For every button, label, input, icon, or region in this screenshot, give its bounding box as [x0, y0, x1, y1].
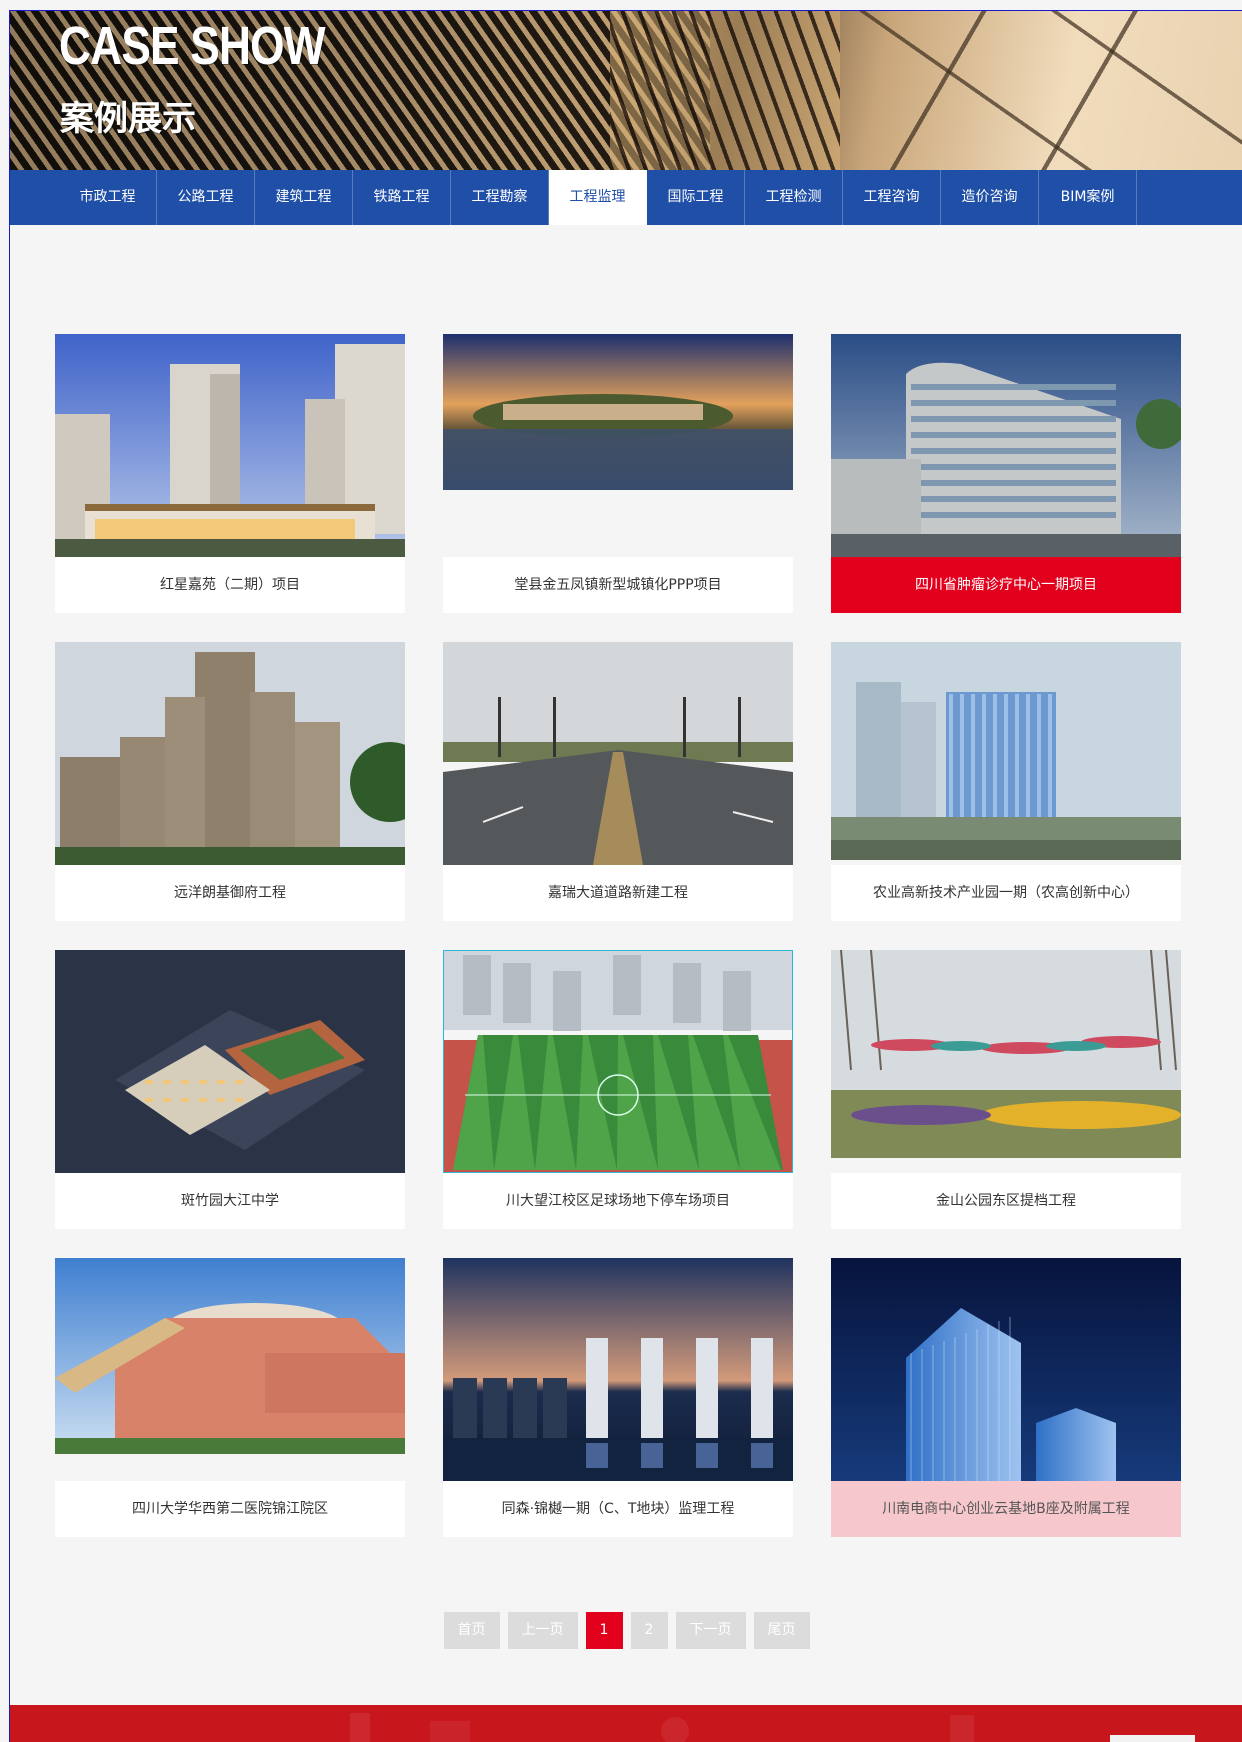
- nav-tab[interactable]: 工程监理: [549, 170, 647, 225]
- case-card[interactable]: 农业高新技术产业园一期（农高创新中心）: [831, 642, 1181, 921]
- banner-glass-graphic: [830, 11, 1242, 170]
- case-card[interactable]: 斑竹园大江中学: [55, 950, 405, 1229]
- next-page-button[interactable]: 下一页: [675, 1612, 746, 1649]
- case-title[interactable]: 红星嘉苑（二期）项目: [55, 557, 405, 613]
- nav-tab[interactable]: 铁路工程: [353, 170, 451, 225]
- case-card[interactable]: 川南电商中心创业云基地B座及附属工程: [831, 1258, 1181, 1537]
- riverside-skyline-night-photo[interactable]: [443, 1258, 793, 1481]
- nav-tab[interactable]: 造价咨询: [941, 170, 1039, 225]
- nav-tab[interactable]: 工程检测: [745, 170, 843, 225]
- banner-title-cn: 案例展示: [60, 99, 196, 139]
- blue-glass-towers-night-photo[interactable]: [831, 1258, 1181, 1481]
- case-title[interactable]: 堂县金五凤镇新型城镇化PPP项目: [443, 557, 793, 613]
- school-campus-aerial-photo[interactable]: [55, 950, 405, 1173]
- nav-tab[interactable]: 公路工程: [157, 170, 255, 225]
- footer: [10, 1705, 1242, 1742]
- pagination: 首页 上一页 1 2 下一页 尾页: [10, 1612, 1242, 1649]
- boulevard-road-photo[interactable]: [443, 642, 793, 865]
- case-title[interactable]: 川大望江校区足球场地下停车场项目: [443, 1173, 793, 1229]
- case-card[interactable]: 同森·锦樾一期（C、T地块）监理工程: [443, 1258, 793, 1537]
- last-page-button[interactable]: 尾页: [753, 1612, 810, 1649]
- nav-tab[interactable]: 国际工程: [647, 170, 745, 225]
- nav-tab[interactable]: BIM案例: [1039, 170, 1137, 225]
- case-card[interactable]: 四川省肿瘤诊疗中心一期项目: [831, 334, 1181, 613]
- nav-tab[interactable]: 市政工程: [59, 170, 157, 225]
- nav-tab[interactable]: 工程咨询: [843, 170, 941, 225]
- page-1-button[interactable]: 1: [585, 1612, 623, 1649]
- case-title[interactable]: 川南电商中心创业云基地B座及附属工程: [831, 1481, 1181, 1537]
- case-card[interactable]: 红星嘉苑（二期）项目: [55, 334, 405, 613]
- highrise-apartments-photo[interactable]: [55, 642, 405, 865]
- park-canopies-photo[interactable]: [831, 950, 1181, 1158]
- hospital-building-photo[interactable]: [831, 334, 1181, 557]
- case-title[interactable]: 斑竹园大江中学: [55, 1173, 405, 1229]
- nav-tab[interactable]: 建筑工程: [255, 170, 353, 225]
- prev-page-button[interactable]: 上一页: [507, 1612, 578, 1649]
- lakeside-town-sunset-photo[interactable]: [443, 334, 793, 490]
- case-title[interactable]: 同森·锦樾一期（C、T地块）监理工程: [443, 1481, 793, 1537]
- case-card[interactable]: 嘉瑞大道道路新建工程: [443, 642, 793, 921]
- page-2-button[interactable]: 2: [630, 1612, 668, 1649]
- nav-tab[interactable]: 工程勘察: [451, 170, 549, 225]
- first-page-button[interactable]: 首页: [443, 1612, 500, 1649]
- case-card[interactable]: 金山公园东区提档工程: [831, 950, 1181, 1229]
- case-title[interactable]: 嘉瑞大道道路新建工程: [443, 865, 793, 921]
- case-title[interactable]: 远洋朗基御府工程: [55, 865, 405, 921]
- footer-button[interactable]: [1110, 1735, 1195, 1742]
- case-card[interactable]: 四川大学华西第二医院锦江院区: [55, 1258, 405, 1537]
- page-frame: CASE SHOW 案例展示 市政工程 公路工程 建筑工程 铁路工程 工程勘察 工程监理国…: [9, 10, 1242, 1742]
- case-title[interactable]: 农业高新技术产业园一期（农高创新中心）: [831, 865, 1181, 921]
- banner-tower-graphic: [610, 11, 840, 170]
- case-title[interactable]: 金山公园东区提档工程: [831, 1173, 1181, 1229]
- round-hospital-building-photo[interactable]: [55, 1258, 405, 1454]
- residential-towers-photo[interactable]: [55, 334, 405, 557]
- footer-decoration: [350, 1713, 974, 1742]
- case-card[interactable]: 远洋朗基御府工程: [55, 642, 405, 921]
- case-title[interactable]: 四川省肿瘤诊疗中心一期项目: [831, 557, 1181, 613]
- banner: CASE SHOW 案例展示: [10, 11, 1242, 170]
- football-field-aerial-photo[interactable]: [443, 950, 793, 1173]
- case-card[interactable]: 堂县金五凤镇新型城镇化PPP项目: [443, 334, 793, 613]
- case-card[interactable]: 川大望江校区足球场地下停车场项目: [443, 950, 793, 1229]
- banner-title-en: CASE SHOW: [59, 16, 326, 76]
- glass-office-building-photo[interactable]: [831, 642, 1181, 860]
- category-nav: 市政工程 公路工程 建筑工程 铁路工程 工程勘察 工程监理 国际工程 工程检测 工程咨询 造价咨询…: [10, 170, 1242, 225]
- case-title[interactable]: 四川大学华西第二医院锦江院区: [55, 1481, 405, 1537]
